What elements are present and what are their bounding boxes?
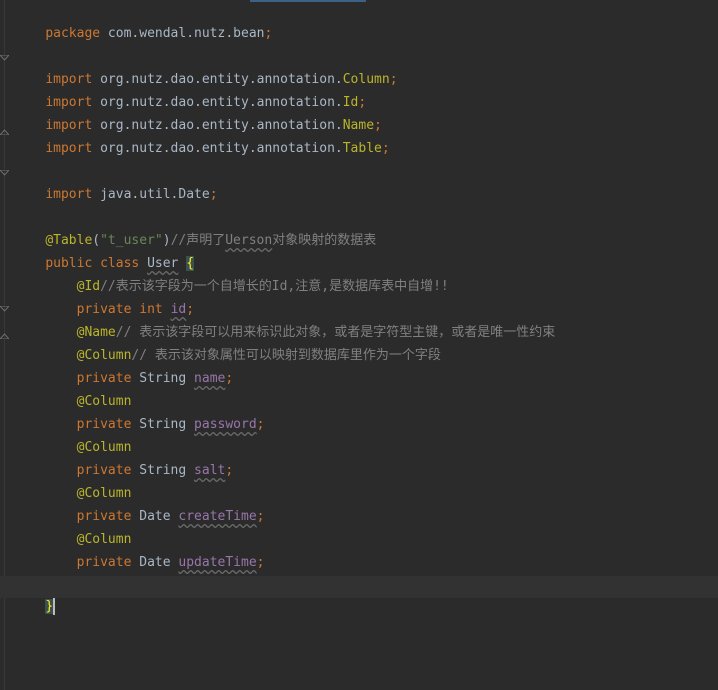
code-line[interactable]: @Column xyxy=(14,510,132,547)
code-line[interactable]: } xyxy=(14,577,56,615)
import-path: java.util.Date xyxy=(92,187,210,202)
code-line[interactable]: @Column xyxy=(14,372,132,409)
semicolon: ; xyxy=(225,463,234,478)
type: Date xyxy=(139,509,171,524)
semicolon: ; xyxy=(256,555,265,570)
comment-typo-word: Uerson xyxy=(225,233,273,248)
import-class: Table xyxy=(342,141,382,156)
fold-start-icon[interactable] xyxy=(0,55,9,64)
semicolon: ; xyxy=(381,141,390,156)
code-line[interactable]: private String name; xyxy=(14,349,234,386)
code-line[interactable]: import org.nutz.dao.entity.annotation.Id… xyxy=(14,73,366,110)
code-line[interactable]: private String password; xyxy=(14,395,265,432)
code-line[interactable]: private String salt; xyxy=(14,441,234,478)
current-line-highlight xyxy=(0,576,718,598)
code-line[interactable]: import java.util.Date; xyxy=(14,165,217,202)
code-line[interactable]: import org.nutz.dao.entity.annotation.Co… xyxy=(14,50,397,87)
fold-icon[interactable] xyxy=(0,170,9,179)
semicolon: ; xyxy=(256,509,265,524)
field-name: salt xyxy=(194,463,226,478)
type: Date xyxy=(139,555,171,570)
code-line[interactable]: private Date updateTime; xyxy=(14,533,265,570)
semicolon: ; xyxy=(389,72,398,87)
field-name: createTime xyxy=(178,509,257,524)
fold-end-icon[interactable] xyxy=(0,126,9,135)
code-editor[interactable]: package com.wendal.nutz.bean; import org… xyxy=(0,0,718,690)
keyword: private xyxy=(76,555,132,570)
type: String xyxy=(139,371,187,386)
comment: 对象映射的数据表 xyxy=(272,233,377,248)
field-name: password xyxy=(194,417,257,432)
keyword: import xyxy=(45,187,93,202)
scroll-marker xyxy=(250,0,366,2)
text-caret xyxy=(53,598,56,615)
code-line[interactable]: import org.nutz.dao.entity.annotation.Na… xyxy=(14,96,382,133)
import-path: org.nutz.dao.entity.annotation. xyxy=(92,141,343,156)
field-name: updateTime xyxy=(178,555,257,570)
package-name: com.wendal.nutz.bean xyxy=(100,26,265,41)
code-line[interactable]: package com.wendal.nutz.bean; xyxy=(14,4,272,41)
keyword: import xyxy=(45,141,93,156)
code-line[interactable]: @Column// 表示该对象属性可以映射到数据库里作为一个字段 xyxy=(14,326,441,363)
fold-end-icon[interactable] xyxy=(0,330,9,339)
code-line[interactable]: @Id//表示该字段为一个自增长的Id,注意,是数据库表中自增!! xyxy=(14,257,449,294)
semicolon: ; xyxy=(225,371,234,386)
code-line[interactable]: private Date createTime; xyxy=(14,487,265,524)
keyword: package xyxy=(45,26,101,41)
code-line[interactable]: @Column xyxy=(14,464,132,501)
code-line[interactable]: import org.nutz.dao.entity.annotation.Ta… xyxy=(14,119,389,156)
semicolon: ; xyxy=(264,26,273,41)
semicolon: ; xyxy=(209,187,218,202)
code-line[interactable]: @Table("t_user")//声明了Uerson对象映射的数据表 xyxy=(14,211,376,248)
type: String xyxy=(139,463,187,478)
semicolon: ; xyxy=(256,417,265,432)
close-brace: } xyxy=(45,599,54,614)
type: String xyxy=(139,417,187,432)
code-line[interactable]: @Column xyxy=(14,418,132,455)
code-line[interactable]: @Name// 表示该字段可以用来标识此对象，或者是字符型主键，或者是唯一性约束 xyxy=(14,303,556,340)
code-line[interactable]: public class User { xyxy=(14,234,195,271)
code-line[interactable]: private int id; xyxy=(14,280,194,317)
field-name: name xyxy=(194,371,226,386)
fold-start-icon[interactable] xyxy=(0,306,9,315)
